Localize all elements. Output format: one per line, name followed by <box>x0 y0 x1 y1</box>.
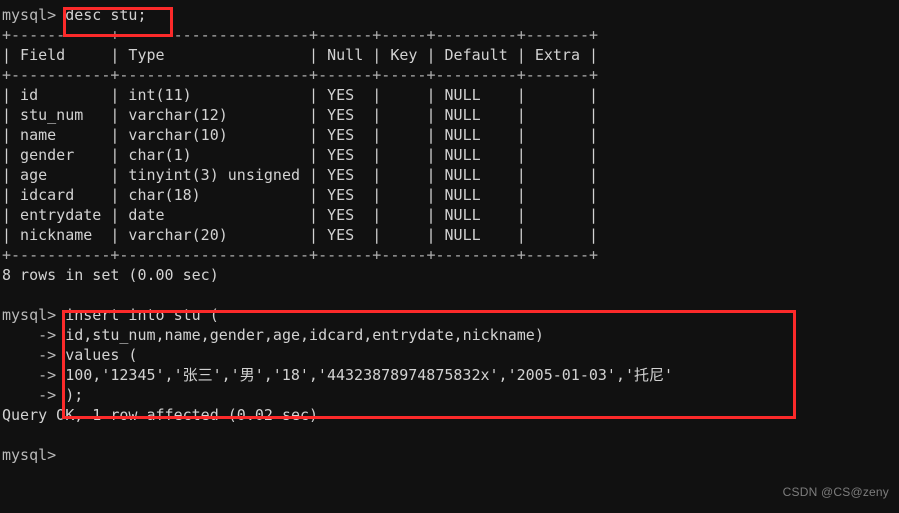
shell-prompt: mysql> <box>2 6 57 24</box>
active-prompt-line[interactable]: mysql> <box>0 445 673 465</box>
table-row: | id | int(11) | YES | | NULL | | <box>2 86 599 104</box>
table-row: | age | tinyint(3) unsigned | YES | | NU… <box>2 166 599 184</box>
command-text: desc stu; <box>65 6 147 24</box>
table-row: | name | varchar(10) | YES | | NULL | | <box>2 126 599 144</box>
terminal-window[interactable]: mysql> desc stu; +-----------+----------… <box>0 0 899 513</box>
command-text: values ( <box>65 346 138 364</box>
table-row: | stu_num | varchar(12) | YES | | NULL |… <box>2 106 599 124</box>
table-rule-top: +-----------+---------------------+-----… <box>2 26 599 44</box>
table-header-row: | Field | Type | Null | Key | Default | … <box>2 46 599 64</box>
terminal-output[interactable]: mysql> desc stu; +-----------+----------… <box>0 0 673 465</box>
command-line: mysql> desc stu; <box>0 5 673 25</box>
continuation-line: -> ); <box>0 385 673 405</box>
command-text: insert into stu ( <box>65 306 219 324</box>
table-row: | entrydate | date | YES | | NULL | | <box>2 206 599 224</box>
query-result-status: Query OK, 1 row affected (0.02 sec) <box>2 406 319 424</box>
row-count-status: 8 rows in set (0.00 sec) <box>2 266 219 284</box>
table-row: | gender | char(1) | YES | | NULL | | <box>2 146 599 164</box>
table-rule-header: +-----------+---------------------+-----… <box>2 66 599 84</box>
table-rule-bottom: +-----------+---------------------+-----… <box>2 246 599 264</box>
continuation-prompt: -> <box>2 386 57 404</box>
shell-prompt: mysql> <box>2 446 57 464</box>
continuation-line: -> id,stu_num,name,gender,age,idcard,ent… <box>0 325 673 345</box>
table-row: | nickname | varchar(20) | YES | | NULL … <box>2 226 599 244</box>
command-line: mysql> insert into stu ( <box>0 305 673 325</box>
table-row: | idcard | char(18) | YES | | NULL | | <box>2 186 599 204</box>
continuation-line: -> values ( <box>0 345 673 365</box>
continuation-prompt: -> <box>2 346 57 364</box>
continuation-line: -> 100,'12345','张三','男','18','4432387897… <box>0 365 673 385</box>
continuation-prompt: -> <box>2 326 57 344</box>
command-text: ); <box>65 386 84 404</box>
shell-prompt: mysql> <box>2 306 57 324</box>
command-values-text: 100,'12345','张三','男','18','4432387897487… <box>65 366 674 384</box>
command-text: id,stu_num,name,gender,age,idcard,entryd… <box>65 326 544 344</box>
watermark-text: CSDN @CS@zeny <box>782 485 889 499</box>
continuation-prompt: -> <box>2 366 57 384</box>
